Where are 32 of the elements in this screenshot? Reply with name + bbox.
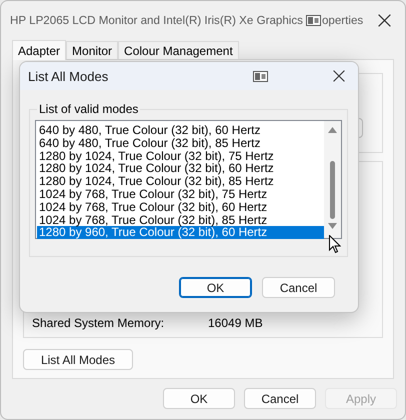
mode-item[interactable]: 1024 by 768, True Colour (32 bit), 75 Hertz <box>37 188 324 201</box>
snap-layout-icon[interactable] <box>306 14 321 26</box>
list-all-modes-button[interactable]: List All Modes <box>23 349 133 370</box>
window-title: HP LP2065 LCD Monitor and Intel(R) Iris(R) Xe Graphics <box>10 14 303 26</box>
scroll-down-icon[interactable] <box>328 223 337 229</box>
mode-item[interactable]: 1280 by 1024, True Colour (32 bit), 85 Hertz <box>37 175 324 188</box>
modes-list[interactable] <box>35 120 342 239</box>
cursor-icon <box>329 235 341 254</box>
dialog-button[interactable]: OK <box>163 388 235 409</box>
mode-item[interactable]: 1024 by 768, True Colour (32 bit), 60 Hertz <box>37 200 324 214</box>
tab[interactable]: Colour Management <box>118 41 239 59</box>
dialog-title: List All Modes <box>28 68 110 84</box>
mode-item[interactable]: 1280 by 960, True Colour (32 bit), 60 Hertz <box>37 226 324 240</box>
close-icon[interactable] <box>333 70 345 82</box>
group-label: List of valid modes <box>38 102 140 116</box>
snap-layout-icon[interactable] <box>253 70 268 82</box>
memory-value: 16049 MB <box>208 316 263 330</box>
tab[interactable]: Monitor <box>66 41 118 59</box>
dialog-button[interactable]: OK <box>179 277 252 298</box>
window-title: operties <box>322 14 364 26</box>
mode-item[interactable]: 640 by 480, True Colour (32 bit), 60 Hertz <box>37 124 324 137</box>
mode-item[interactable]: 1280 by 1024, True Colour (32 bit), 75 Hertz <box>37 150 324 162</box>
mode-item[interactable]: 1024 by 768, True Colour (32 bit), 85 Hertz <box>37 214 324 226</box>
scroll-up-icon[interactable] <box>328 127 337 133</box>
dialog-button[interactable]: Cancel <box>244 388 316 409</box>
scroll-thumb[interactable] <box>330 161 335 219</box>
mode-item[interactable]: 1280 by 1024, True Colour (32 bit), 60 Hertz <box>37 162 324 176</box>
scrollbar[interactable] <box>324 121 341 238</box>
dialog-button[interactable]: Cancel <box>262 277 335 298</box>
mode-item[interactable]: 640 by 480, True Colour (32 bit), 85 Hertz <box>37 136 324 150</box>
tab[interactable]: Adapter <box>12 40 66 60</box>
memory-label: Shared System Memory: <box>32 316 166 330</box>
